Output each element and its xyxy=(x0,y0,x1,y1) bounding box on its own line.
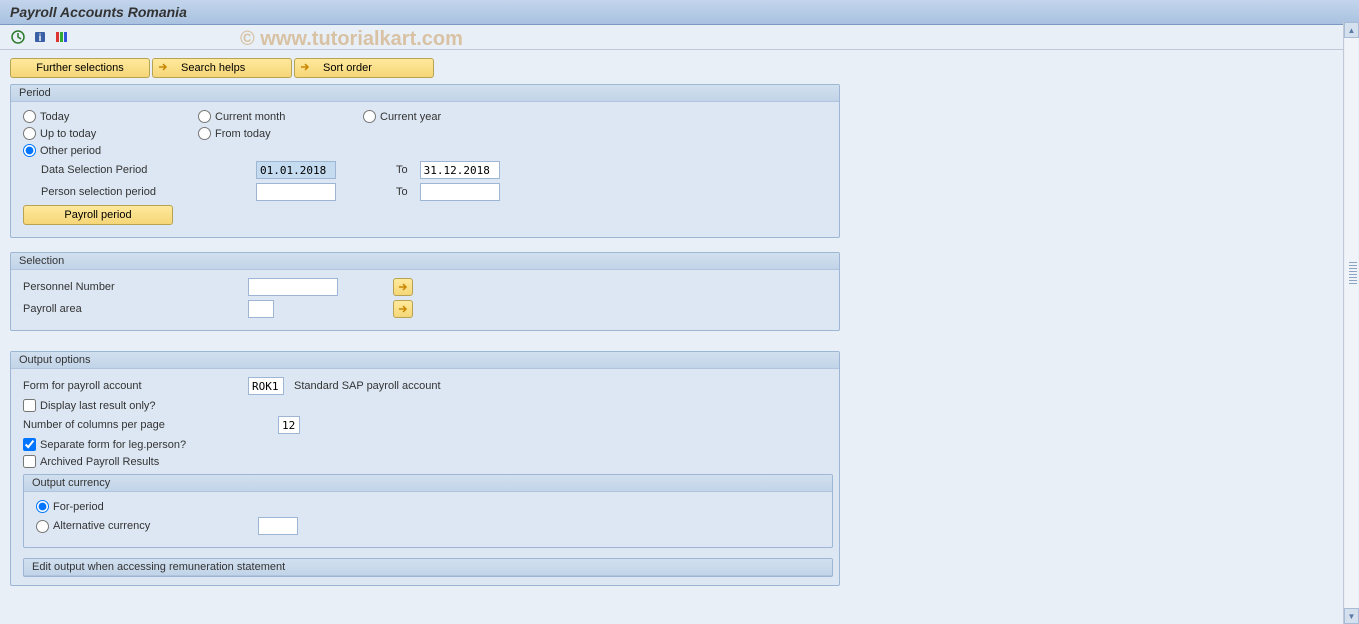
window-title: Payroll Accounts Romania xyxy=(10,4,187,20)
content-area: Further selections Search helps Sort ord… xyxy=(0,50,1359,619)
arrow-right-icon xyxy=(157,62,169,74)
for-period-radio[interactable] xyxy=(36,500,49,513)
edit-output-header: Edit output when accessing remuneration … xyxy=(24,559,832,576)
alt-currency-label: Alternative currency xyxy=(53,520,258,532)
info-icon[interactable]: i xyxy=(32,29,48,45)
archived-label: Archived Payroll Results xyxy=(40,456,159,468)
current-month-radio[interactable] xyxy=(198,110,211,123)
data-selection-from-input[interactable] xyxy=(256,161,336,179)
vertical-scrollbar[interactable]: ▲ ▼ xyxy=(1343,22,1359,624)
today-radio[interactable] xyxy=(23,110,36,123)
sort-order-button[interactable]: Sort order xyxy=(294,58,434,78)
payroll-period-button[interactable]: Payroll period xyxy=(23,205,173,225)
alt-currency-input[interactable] xyxy=(258,517,298,535)
display-last-checkbox[interactable] xyxy=(23,399,36,412)
other-period-label: Other period xyxy=(40,145,101,157)
search-helps-label: Search helps xyxy=(181,62,245,74)
num-cols-label: Number of columns per page xyxy=(23,419,278,431)
up-to-today-label: Up to today xyxy=(40,128,96,140)
selection-group: Selection Personnel Number Payroll area xyxy=(10,252,840,331)
personnel-number-input[interactable] xyxy=(248,278,338,296)
period-header: Period xyxy=(11,85,839,102)
to-label-1: To xyxy=(396,164,408,176)
selection-header: Selection xyxy=(11,253,839,270)
color-settings-icon[interactable] xyxy=(54,29,70,45)
current-year-radio[interactable] xyxy=(363,110,376,123)
search-helps-button[interactable]: Search helps xyxy=(152,58,292,78)
selection-buttons-row: Further selections Search helps Sort ord… xyxy=(10,58,1349,78)
up-to-today-radio[interactable] xyxy=(23,127,36,140)
person-selection-to-input[interactable] xyxy=(420,183,500,201)
archived-checkbox[interactable] xyxy=(23,455,36,468)
toolbar: i xyxy=(0,25,1359,50)
person-selection-from-input[interactable] xyxy=(256,183,336,201)
arrow-right-icon xyxy=(398,304,408,314)
arrow-right-icon xyxy=(398,282,408,292)
separate-form-checkbox[interactable] xyxy=(23,438,36,451)
execute-icon[interactable] xyxy=(10,29,26,45)
form-for-payroll-label: Form for payroll account xyxy=(23,380,248,392)
num-cols-input[interactable] xyxy=(278,416,300,434)
personnel-number-label: Personnel Number xyxy=(23,281,248,293)
scroll-down-icon[interactable]: ▼ xyxy=(1344,608,1359,624)
scroll-thumb[interactable] xyxy=(1345,38,1358,608)
data-selection-to-input[interactable] xyxy=(420,161,500,179)
current-month-label: Current month xyxy=(215,111,285,123)
payroll-area-multi-button[interactable] xyxy=(393,300,413,318)
scroll-up-icon[interactable]: ▲ xyxy=(1344,22,1359,38)
alt-currency-radio[interactable] xyxy=(36,520,49,533)
further-selections-button[interactable]: Further selections xyxy=(10,58,150,78)
output-options-header: Output options xyxy=(11,352,839,369)
arrow-right-icon xyxy=(299,62,311,74)
sort-order-label: Sort order xyxy=(323,62,372,74)
payroll-area-input[interactable] xyxy=(248,300,274,318)
form-desc-label: Standard SAP payroll account xyxy=(294,380,441,392)
output-currency-group: Output currency For-period Alternative c… xyxy=(23,474,833,548)
window-title-bar: Payroll Accounts Romania xyxy=(0,0,1359,25)
separate-form-label: Separate form for leg.person? xyxy=(40,439,186,451)
from-today-label: From today xyxy=(215,128,271,140)
scroll-grip-icon xyxy=(1349,262,1357,286)
personnel-number-multi-button[interactable] xyxy=(393,278,413,296)
current-year-label: Current year xyxy=(380,111,441,123)
from-today-radio[interactable] xyxy=(198,127,211,140)
form-for-payroll-input[interactable] xyxy=(248,377,284,395)
today-label: Today xyxy=(40,111,69,123)
for-period-label: For-period xyxy=(53,501,104,513)
edit-output-group: Edit output when accessing remuneration … xyxy=(23,558,833,577)
data-selection-period-label: Data Selection Period xyxy=(41,164,256,176)
output-currency-header: Output currency xyxy=(24,475,832,492)
svg-text:i: i xyxy=(39,33,42,44)
display-last-label: Display last result only? xyxy=(40,400,156,412)
period-group: Period Today Current month Current year xyxy=(10,84,840,238)
to-label-2: To xyxy=(396,186,408,198)
other-period-radio[interactable] xyxy=(23,144,36,157)
output-options-group: Output options Form for payroll account … xyxy=(10,351,840,586)
person-selection-period-label: Person selection period xyxy=(41,186,256,198)
payroll-area-label: Payroll area xyxy=(23,303,248,315)
